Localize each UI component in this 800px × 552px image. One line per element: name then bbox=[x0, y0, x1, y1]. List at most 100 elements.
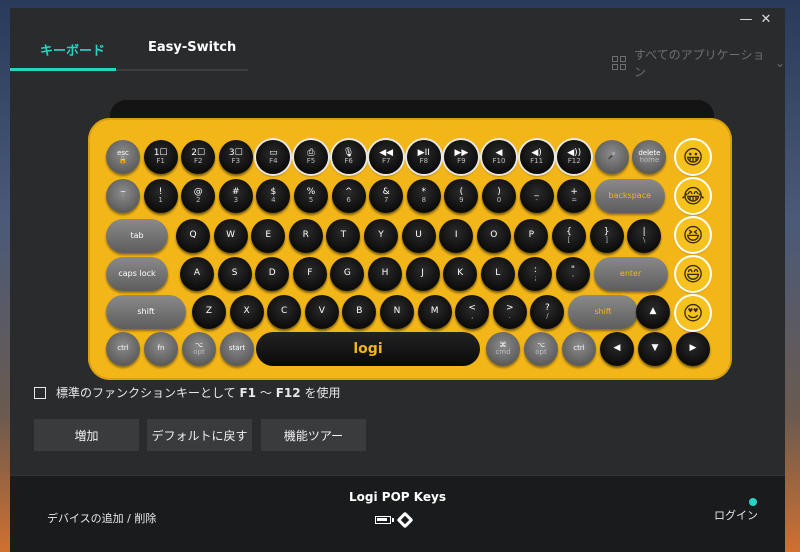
key-arrow-down[interactable]: ▼ bbox=[638, 332, 672, 366]
key-o[interactable]: O bbox=[476, 219, 511, 253]
key-shift-right[interactable]: shift bbox=[568, 295, 638, 329]
key-row0-7[interactable]: ◀◀ F7 bbox=[369, 140, 404, 174]
login-link[interactable]: ログイン bbox=[714, 507, 758, 523]
application-selector[interactable]: すべてのアプリケーション ⌄ bbox=[612, 46, 785, 80]
key-u[interactable]: U bbox=[401, 219, 436, 253]
add-button[interactable]: 増加 bbox=[34, 419, 139, 451]
key-num-12[interactable]: + = bbox=[557, 179, 592, 213]
key-punct4-0[interactable]: <, bbox=[455, 295, 490, 329]
key-arrow-left[interactable]: ◀ bbox=[600, 332, 634, 366]
key-num-8[interactable]: * 8 bbox=[406, 179, 441, 213]
key-spacebar[interactable]: logi bbox=[256, 332, 480, 366]
key-row0-4[interactable]: ▭ F4 bbox=[256, 140, 291, 174]
emoji-key-4[interactable]: 😍 bbox=[676, 296, 710, 330]
key-v[interactable]: V bbox=[304, 295, 339, 329]
reset-default-button[interactable]: デフォルトに戻す bbox=[147, 419, 252, 451]
key-arrow-up[interactable]: ▲ bbox=[636, 295, 670, 329]
key-c[interactable]: C bbox=[267, 295, 302, 329]
key-w[interactable]: W bbox=[213, 219, 248, 253]
key-row0-6[interactable]: 🎙 F6 bbox=[331, 140, 366, 174]
key-s[interactable]: S bbox=[217, 257, 252, 291]
key-x[interactable]: X bbox=[229, 295, 264, 329]
minimize-button[interactable]: — bbox=[737, 12, 755, 27]
key-arrow-right[interactable]: ▶ bbox=[676, 332, 710, 366]
key-row0-12[interactable]: ◀)) F12 bbox=[557, 140, 592, 174]
key-row0-2[interactable]: 2☐ F2 bbox=[181, 140, 216, 174]
key-z[interactable]: Z bbox=[192, 295, 226, 329]
key-y[interactable]: Y bbox=[364, 219, 398, 253]
key-ctrl-left[interactable]: ctrl bbox=[106, 332, 140, 366]
key-row0-9[interactable]: ▶▶ F9 bbox=[444, 140, 479, 174]
fn-keys-checkbox[interactable] bbox=[34, 386, 46, 399]
key-num-6[interactable]: ^ 6 bbox=[331, 179, 366, 213]
key-right-mod-0[interactable]: ⌘ cmd bbox=[486, 332, 520, 366]
key-r[interactable]: R bbox=[288, 219, 323, 253]
keyboard-image: esc 🔒 1☐ F1 2☐ F2 3☐ F3 ▭ F4 ⎙ F5 🎙 F6 ◀◀ F7 ▶II F8 ▶▶ F9 ◀ F… bbox=[88, 118, 732, 380]
footer-bar: デバイスの追加 / 削除 Logi POP Keys ログイン bbox=[10, 475, 785, 552]
key-b[interactable]: B bbox=[342, 295, 377, 329]
key-punct4-1[interactable]: >. bbox=[492, 295, 527, 329]
emoji-key-2[interactable]: 😆 bbox=[676, 218, 710, 252]
key-q[interactable]: Q bbox=[176, 219, 210, 253]
key-row0-8[interactable]: ▶II F8 bbox=[406, 140, 441, 174]
key-n[interactable]: N bbox=[380, 295, 414, 329]
key-num-11[interactable]: _ - bbox=[519, 179, 554, 213]
key-f[interactable]: F bbox=[292, 257, 327, 291]
key-l[interactable]: L bbox=[480, 257, 515, 291]
key-num-10[interactable]: ) 0 bbox=[482, 179, 516, 213]
key-j[interactable]: J bbox=[405, 257, 440, 291]
key-punct-1[interactable]: " ' bbox=[556, 257, 590, 291]
key-backspace[interactable]: backspace bbox=[594, 179, 665, 213]
key-enter[interactable]: enter bbox=[593, 257, 668, 291]
key-num-1[interactable]: ! 1 bbox=[143, 179, 178, 213]
key-row0-0[interactable]: esc 🔒 bbox=[106, 140, 140, 174]
key-row0-11[interactable]: ◀) F11 bbox=[519, 140, 554, 174]
key-bracket-1[interactable]: }] bbox=[589, 219, 624, 253]
key-row0-14[interactable]: delete home bbox=[632, 140, 667, 174]
emoji-key-0[interactable]: 😀 bbox=[676, 140, 710, 174]
key-right-mod-1[interactable]: ⌥ opt bbox=[524, 332, 558, 366]
fn-keys-option[interactable]: 標準のファンクションキーとして F1 〜 F12 を使用 bbox=[34, 384, 340, 401]
key-shift-left[interactable]: shift bbox=[106, 295, 186, 329]
key-t[interactable]: T bbox=[326, 219, 361, 253]
key-row0-3[interactable]: 3☐ F3 bbox=[218, 140, 253, 174]
device-name: Logi POP Keys bbox=[349, 490, 446, 504]
key-row0-5[interactable]: ⎙ F5 bbox=[294, 140, 328, 174]
emoji-key-1[interactable]: 😂 bbox=[676, 179, 710, 213]
key-num-0[interactable]: ~ ` bbox=[106, 179, 140, 213]
tab-keyboard[interactable]: キーボード bbox=[40, 40, 105, 62]
key-num-3[interactable]: #3 bbox=[218, 179, 253, 213]
key-row0-10[interactable]: ◀ F10 bbox=[482, 140, 516, 174]
key-h[interactable]: H bbox=[368, 257, 402, 291]
key-m[interactable]: M bbox=[417, 295, 452, 329]
key-k[interactable]: K bbox=[443, 257, 478, 291]
key-punct4-2[interactable]: ? / bbox=[530, 295, 565, 329]
key-tab[interactable]: tab bbox=[106, 219, 168, 253]
key-p[interactable]: P bbox=[514, 219, 549, 253]
key-a[interactable]: A bbox=[180, 257, 214, 291]
key-row0-1[interactable]: 1☐ F1 bbox=[143, 140, 178, 174]
emoji-key-3[interactable]: 😄 bbox=[676, 257, 710, 291]
key-num-9[interactable]: (9 bbox=[444, 179, 479, 213]
key-i[interactable]: I bbox=[439, 219, 474, 253]
key-num-5[interactable]: % 5 bbox=[294, 179, 328, 213]
close-button[interactable]: ✕ bbox=[757, 12, 775, 27]
key-bracket-2[interactable]: | \ bbox=[627, 219, 662, 253]
key-caps-lock[interactable]: caps lock bbox=[106, 257, 168, 291]
key-bracket-0[interactable]: {[ bbox=[552, 219, 586, 253]
key-punct-0[interactable]: :; bbox=[518, 257, 553, 291]
key-opt-left[interactable]: ⌥ opt bbox=[182, 332, 216, 366]
key-right-mod-2[interactable]: ctrl bbox=[562, 332, 596, 366]
key-e[interactable]: E bbox=[251, 219, 286, 253]
add-remove-device-link[interactable]: デバイスの追加 / 削除 bbox=[47, 510, 156, 526]
key-start[interactable]: start bbox=[220, 332, 254, 366]
key-d[interactable]: D bbox=[255, 257, 290, 291]
feature-tour-button[interactable]: 機能ツアー bbox=[261, 419, 366, 451]
key-row0-13[interactable]: 🎤 bbox=[594, 140, 629, 174]
key-num-4[interactable]: $4 bbox=[256, 179, 291, 213]
key-num-7[interactable]: & 7 bbox=[369, 179, 404, 213]
tab-easy-switch[interactable]: Easy-Switch bbox=[148, 40, 236, 62]
key-num-2[interactable]: @2 bbox=[181, 179, 216, 213]
key-fn[interactable]: fn bbox=[144, 332, 178, 366]
key-g[interactable]: G bbox=[330, 257, 365, 291]
